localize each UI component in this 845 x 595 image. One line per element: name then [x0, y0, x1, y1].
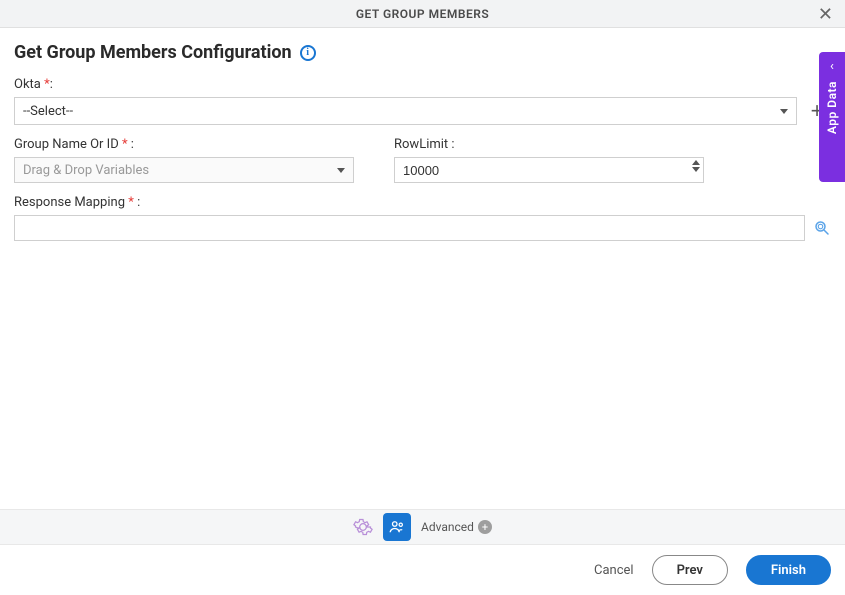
- group-name-placeholder: Drag & Drop Variables: [23, 163, 149, 178]
- app-data-tab[interactable]: ‹ App Data: [819, 52, 845, 182]
- cancel-button[interactable]: Cancel: [594, 563, 634, 578]
- user-settings-button[interactable]: [383, 513, 411, 541]
- response-mapping-label: Response Mapping * :: [14, 195, 831, 210]
- okta-select[interactable]: --Select--: [14, 97, 797, 125]
- group-name-label: Group Name Or ID * :: [14, 137, 354, 152]
- close-icon[interactable]: ✕: [814, 4, 837, 26]
- gear-icon[interactable]: [353, 517, 373, 537]
- plus-circle-icon: +: [478, 520, 492, 534]
- page-title: Get Group Members Configuration: [14, 42, 292, 63]
- advanced-toggle[interactable]: Advanced +: [421, 520, 492, 534]
- two-column-row: Group Name Or ID * : Drag & Drop Variabl…: [14, 137, 831, 183]
- group-name-field-group: Group Name Or ID * : Drag & Drop Variabl…: [14, 137, 354, 183]
- prev-button[interactable]: Prev: [652, 555, 728, 585]
- okta-label: Okta *:: [14, 77, 831, 92]
- footer-actions: Cancel Prev Finish: [594, 555, 831, 585]
- chevron-down-icon: [780, 109, 788, 114]
- app-data-label: App Data: [825, 81, 839, 134]
- rowlimit-input[interactable]: [394, 157, 704, 183]
- user-group-icon: [388, 518, 406, 536]
- chevron-down-icon: [337, 168, 345, 173]
- okta-field-group: Okta *: --Select-- +: [14, 77, 831, 125]
- rowlimit-spinner: [692, 160, 700, 172]
- chevron-left-icon: ‹: [830, 60, 834, 73]
- finish-button[interactable]: Finish: [746, 555, 831, 585]
- page-title-row: Get Group Members Configuration i: [14, 42, 831, 63]
- spinner-up-icon[interactable]: [692, 160, 700, 165]
- okta-select-value: --Select--: [23, 104, 73, 119]
- group-name-input[interactable]: Drag & Drop Variables: [14, 157, 354, 183]
- main-content: Get Group Members Configuration i Okta *…: [0, 28, 845, 241]
- window-title: GET GROUP MEMBERS: [356, 7, 489, 21]
- bottom-toolbar: Advanced +: [0, 509, 845, 545]
- rowlimit-label: RowLimit :: [394, 137, 704, 152]
- spinner-down-icon[interactable]: [692, 167, 700, 172]
- response-mapping-input[interactable]: [14, 215, 805, 241]
- response-mapping-field-group: Response Mapping * :: [14, 195, 831, 241]
- rowlimit-field-group: RowLimit :: [394, 137, 704, 183]
- title-bar: GET GROUP MEMBERS ✕: [0, 0, 845, 28]
- info-icon[interactable]: i: [300, 45, 316, 61]
- search-icon[interactable]: [813, 219, 831, 237]
